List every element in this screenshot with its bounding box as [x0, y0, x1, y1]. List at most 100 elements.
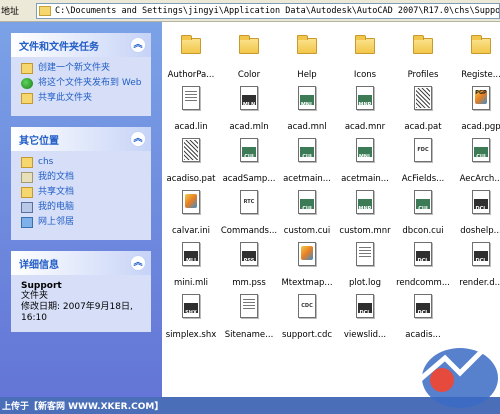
address-bar: 地址 C:\Documents and Settings\jingyi\Appl…	[0, 0, 500, 22]
file-item[interactable]: CUI custom.cui	[278, 188, 336, 238]
file-item[interactable]: Sitename...	[220, 292, 278, 342]
folder-icon	[471, 35, 491, 54]
file-item[interactable]: SHX simplex.shx	[162, 292, 220, 342]
file-name-label: viewslid...	[343, 330, 387, 340]
file-name-label: Sitename...	[224, 330, 274, 340]
file-icon: PGP	[472, 86, 490, 110]
folder-item[interactable]: AuthorPa...	[162, 32, 220, 82]
place-chs[interactable]: chs	[21, 157, 145, 168]
file-icon: CUI	[240, 138, 258, 162]
file-icon: CUI	[298, 190, 316, 214]
file-icon	[182, 190, 200, 214]
file-icon	[182, 138, 200, 162]
file-item[interactable]: MNR custom.mnr	[336, 188, 394, 238]
file-item[interactable]: CUI acetmain...	[278, 136, 336, 186]
file-name-label: simplex.shx	[165, 330, 217, 340]
place-label: 我的文档	[38, 172, 75, 182]
file-icon: DCL	[414, 242, 432, 266]
file-icon: CUI	[298, 138, 316, 162]
file-name-label: acad.mln	[229, 122, 269, 132]
file-item[interactable]: CDC support.cdc	[278, 292, 336, 342]
file-item[interactable]: acad.pat	[394, 84, 452, 134]
folder-icon	[181, 35, 201, 54]
details-time: 16:10	[21, 313, 47, 323]
details-type: 文件夹	[21, 291, 49, 301]
details-modified: 修改日期: 2007年9月18日,	[21, 302, 133, 312]
file-icon: MNR	[356, 86, 374, 110]
file-icon: CDC	[298, 294, 316, 318]
file-icon: RTC	[240, 190, 258, 214]
file-icon: DCL	[414, 294, 432, 318]
file-icon	[298, 242, 316, 266]
chevron-up-icon[interactable]: ︽	[130, 255, 146, 271]
file-item[interactable]: Mtextmap...	[278, 240, 336, 290]
place-network[interactable]: 网上邻居	[21, 217, 145, 228]
place-my-computer[interactable]: 我的电脑	[21, 202, 145, 213]
file-name-label: acad.pgp	[461, 122, 500, 132]
file-name-label: Mtextmap...	[281, 278, 333, 288]
file-item[interactable]: PSS mm.pss	[220, 240, 278, 290]
file-item[interactable]: MNR acad.mnr	[336, 84, 394, 134]
file-tasks-header[interactable]: 文件和文件夹任务 ︽	[11, 33, 151, 57]
folder-item[interactable]: Registe...	[452, 32, 500, 82]
file-name-label: acad.pat	[404, 122, 442, 132]
other-places-header[interactable]: 其它位置 ︽	[11, 127, 151, 151]
file-item[interactable]: plot.log	[336, 240, 394, 290]
file-icon	[240, 294, 258, 318]
file-name-label: Commands...	[220, 226, 278, 236]
task-new-folder[interactable]: 创建一个新文件夹	[21, 63, 145, 74]
network-places-icon	[21, 217, 33, 228]
file-item[interactable]: FDC AcFields...	[394, 136, 452, 186]
file-item[interactable]: MLN acad.mln	[220, 84, 278, 134]
place-label: 网上邻居	[38, 217, 75, 227]
folder-item[interactable]: Icons	[336, 32, 394, 82]
file-name-label: acetmain...	[341, 174, 389, 184]
file-item[interactable]: acad.lin	[162, 84, 220, 134]
task-label: 共享此文件夹	[38, 93, 93, 103]
chevron-up-icon[interactable]: ︽	[130, 37, 146, 53]
file-name-label: AecArch...	[459, 174, 500, 184]
folder-icon	[39, 6, 51, 16]
address-label: 地址	[1, 7, 20, 17]
folder-item[interactable]: Profiles	[394, 32, 452, 82]
file-item[interactable]: MNL acetmain...	[336, 136, 394, 186]
file-name-label: AuthorPa...	[167, 70, 215, 80]
file-item[interactable]: acadiso.pat	[162, 136, 220, 186]
place-my-documents[interactable]: 我的文档	[21, 172, 145, 183]
file-name-label: render.d...	[459, 278, 500, 288]
place-shared-documents[interactable]: 共享文档	[21, 187, 145, 198]
file-name-label: Help	[297, 70, 317, 80]
file-item[interactable]: DCL viewslid...	[336, 292, 394, 342]
file-icon: DCL	[472, 242, 490, 266]
other-places-panel: 其它位置 ︽ chs 我的文档 共享文档 我的电脑 网上邻居	[11, 127, 151, 240]
file-item[interactable]: MNL acad.mnl	[278, 84, 336, 134]
file-name-label: custom.cui	[283, 226, 331, 236]
file-name-label: custom.mnr	[339, 226, 391, 236]
task-publish-web[interactable]: 将这个文件夹发布到 Web	[21, 78, 145, 89]
file-item[interactable]: RTC Commands...	[220, 188, 278, 238]
file-item[interactable]: CUI dbcon.cui	[394, 188, 452, 238]
file-icon: CUI	[414, 190, 432, 214]
file-name-label: calvar.ini	[171, 226, 210, 236]
details-header[interactable]: 详细信息 ︽	[11, 251, 151, 275]
file-item[interactable]: calvar.ini	[162, 188, 220, 238]
folder-item[interactable]: Color	[220, 32, 278, 82]
file-name-label: acetmain...	[283, 174, 331, 184]
file-item[interactable]: DCL rendcomm...	[394, 240, 452, 290]
chevron-up-icon[interactable]: ︽	[130, 131, 146, 147]
file-item[interactable]: CUI acadSamp...	[220, 136, 278, 186]
file-item[interactable]: DCL doshelp...	[452, 188, 500, 238]
my-computer-icon	[21, 202, 33, 213]
other-places-title: 其它位置	[19, 135, 59, 147]
file-icon: MLI	[182, 242, 200, 266]
file-item[interactable]: DCL render.d...	[452, 240, 500, 290]
task-label: 将这个文件夹发布到 Web	[38, 78, 142, 88]
task-share-folder[interactable]: 共享此文件夹	[21, 93, 145, 104]
address-field[interactable]: C:\Documents and Settings\jingyi\Applica…	[36, 3, 500, 19]
file-icon	[182, 86, 200, 110]
file-icon: CUI	[472, 138, 490, 162]
file-item[interactable]: MLI mini.mli	[162, 240, 220, 290]
file-item[interactable]: PGP acad.pgp	[452, 84, 500, 134]
file-item[interactable]: CUI AecArch...	[452, 136, 500, 186]
folder-item[interactable]: Help	[278, 32, 336, 82]
